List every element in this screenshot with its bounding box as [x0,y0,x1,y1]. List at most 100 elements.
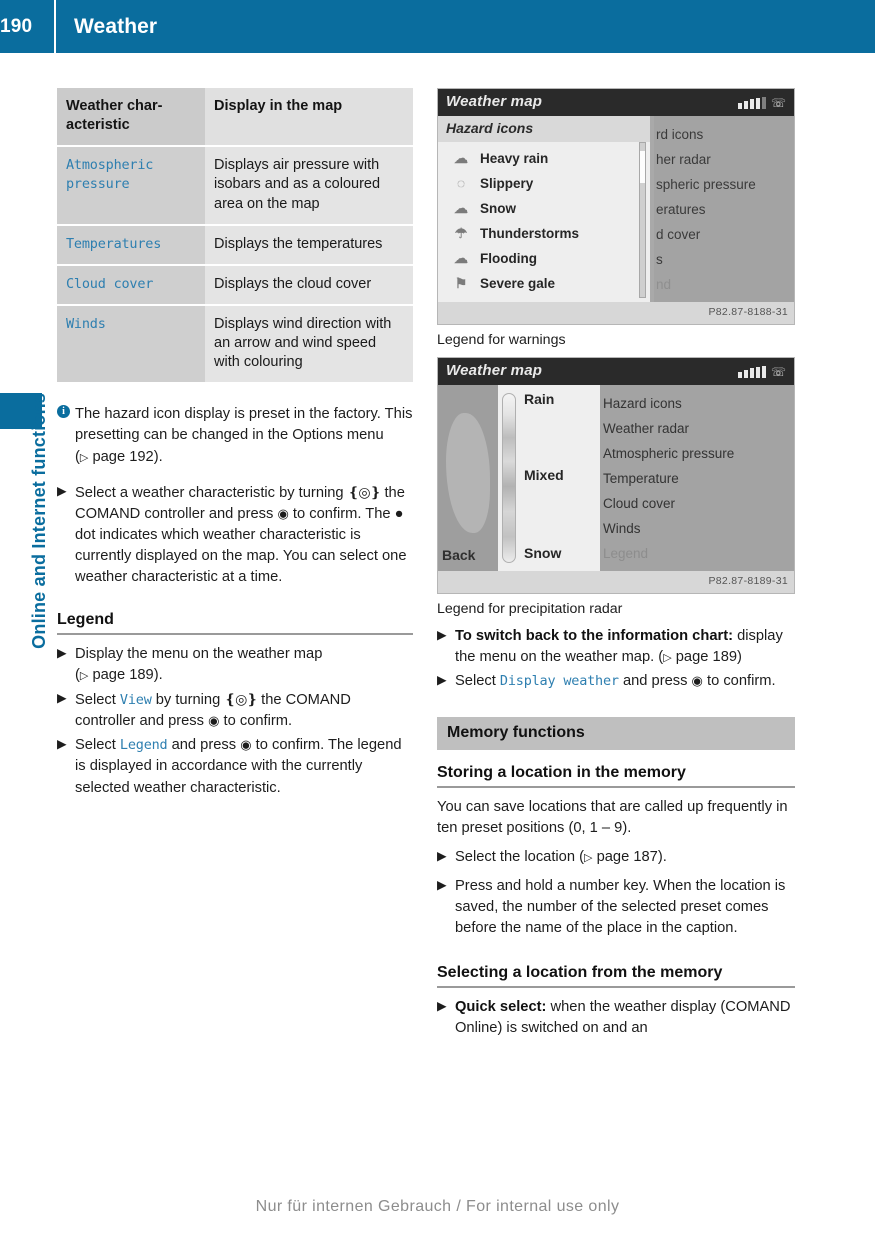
list-item-label: Severe gale [480,276,556,291]
step-arrow-icon: ▶ [57,645,67,660]
step-select-characteristic: ▶ Select a weather characteristic by tur… [57,482,413,589]
menu-item[interactable]: Legend [600,541,794,566]
background-menu-item: spheric pressure [656,177,756,192]
table-cell-key: Winds [66,315,106,332]
background-menu-item: her radar [656,152,711,167]
signal-strength-icon [738,366,766,378]
hazard-list: ☁ Heavy rain ◌ Slippery ☁ Snow ☂ Thunder… [438,142,650,296]
storing-step-2-text-a: Press and hold a number key. [455,878,650,895]
legend-step-2-text-d: to confirm. [223,713,293,730]
step-display-weather-keyword[interactable]: Display weather [500,673,619,689]
list-item-label: Thunderstorms [480,226,580,241]
device-body: Back Rain Mixed Snow Hazard icons Weathe… [438,385,794,571]
menu-item[interactable]: Hazard icons [600,391,794,416]
legend-step-2-keyword[interactable]: View [120,692,152,708]
scale-label: Mixed [524,467,564,483]
info-note-ref: page 192 [92,448,154,465]
table-cell-value: Displays the cloud cover [214,275,372,292]
step-arrow-icon: ▶ [437,628,447,642]
step-arrow-icon: ▶ [437,673,447,688]
legend-step-3-text-a: Select [75,737,116,754]
screenshot-legend-warnings: Weather map ☏ rd icons her radar spheric… [437,88,795,325]
step-text-a: Select a weather characteristic by turni… [75,484,344,501]
table-row: Cloud cover Displays the cloud cover [57,264,413,306]
step-arrow-icon: ▶ [437,998,447,1013]
storing-step-1-ref: page 187 [596,848,658,865]
legend-step-3-text-c: to confirm. [255,737,325,754]
info-icon: i [57,405,70,419]
page-header: 190 Weather [0,0,875,53]
legend-step-2-text-b: by turning [155,691,221,708]
step-switch-back-text-b: ) [737,649,742,666]
legend-step-3-keyword[interactable]: Legend [120,737,168,753]
device-status-title: Weather map [446,93,543,110]
device-status-title: Weather map [446,362,543,379]
list-item-label: Slippery [480,176,534,191]
chapter-tab-label: Online and Internet functions [29,393,49,649]
map-preview: Back [438,385,498,571]
menu-item[interactable]: Temperature [600,466,794,491]
map-landmass [446,413,490,533]
comand-press-icon: ◉ [240,737,252,753]
flooding-icon: ☁ [454,250,468,266]
step-switch-back: ▶ To switch back to the information char… [437,626,795,668]
thunderstorm-icon: ☂ [454,225,468,241]
table-row: Temperatures Displays the temperatures [57,224,413,266]
selecting-step-1-bold: Quick select: [455,998,547,1015]
image-code: P82.87-8189-31 [708,575,788,587]
background-menu-item: rd icons [656,127,704,142]
page-footer: Nur für internen Gebrauch / For internal… [255,1198,620,1215]
device-status-bar: Weather map ☏ [438,358,794,385]
table-header-characteristic-l1: Weather char- [66,98,163,114]
section-band-memory-functions: Memory functions [437,716,795,750]
snow-icon: ☁ [454,200,468,216]
caption-legend-warnings: Legend for warnings [437,332,566,348]
table-cell-value: Displays the temperatures [214,235,383,252]
page-number: 190 [0,15,33,37]
step-display-weather-text-c: to confirm. [706,673,776,690]
table-header-display: Display in the map [205,88,413,148]
step-display-weather: ▶ Select Display weather and press ◉ to … [437,671,795,692]
step-arrow-icon: ▶ [57,737,67,752]
scrollbar-thumb[interactable] [640,151,645,183]
right-column: Weather map ☏ rd icons her radar spheric… [437,88,795,1042]
storing-step-2: ▶ Press and hold a number key. When the … [437,876,795,940]
list-item: ☁ Flooding [438,246,650,271]
list-item: ◌ Slippery [438,171,650,196]
device-status-bar: Weather map ☏ [438,89,794,116]
header-divider [54,0,56,53]
scrollbar[interactable] [639,142,646,298]
legend-step-2-text-a: Select [75,691,116,708]
background-menu-item: d cover [656,227,701,242]
table-header-characteristic: Weather char- acteristic [57,88,205,148]
device-footer: P82.87-8189-31 [438,571,794,593]
phone-icon: ☏ [770,96,786,110]
selecting-heading-rule [437,985,795,988]
phone-icon: ☏ [770,365,786,379]
menu-item[interactable]: Winds [600,516,794,541]
table-header-characteristic-l2: acteristic [66,117,130,134]
page-ref-arrow-icon: ▷ [663,652,672,665]
table-row: Atmospheric pressure Displays air pressu… [57,146,413,226]
page-ref-arrow-icon: ▷ [79,451,89,464]
slippery-icon: ◌ [456,175,466,191]
menu-item[interactable]: Atmospheric pressure [600,441,794,466]
menu-item[interactable]: Cloud cover [600,491,794,516]
hazard-panel-title: Hazard icons [446,120,534,136]
legend-step-3: ▶ Select Legend and press ◉ to confirm. … [57,735,413,799]
menu-item[interactable]: Weather radar [600,416,794,441]
step-display-weather-text-a: Select [455,673,496,690]
comand-turn-icon: ❴◎❵ [347,483,382,500]
storing-body-text: You can save locations that are called u… [437,798,788,836]
legend-heading-rule [57,632,413,635]
step-arrow-icon: ▶ [437,878,447,893]
table-row: Winds Displays wind direction with an ar… [57,304,413,383]
comand-turn-icon: ❴◎❵ [224,690,258,707]
list-item-label: Snow [480,201,516,216]
info-note: i The hazard icon display is preset in t… [57,404,413,468]
back-button[interactable]: Back [442,547,475,563]
list-item: ⚑ Severe gale [438,271,650,296]
background-menu-item: eratures [656,202,706,217]
table-cell-key: Temperatures [66,235,162,252]
step-arrow-icon: ▶ [437,848,447,863]
